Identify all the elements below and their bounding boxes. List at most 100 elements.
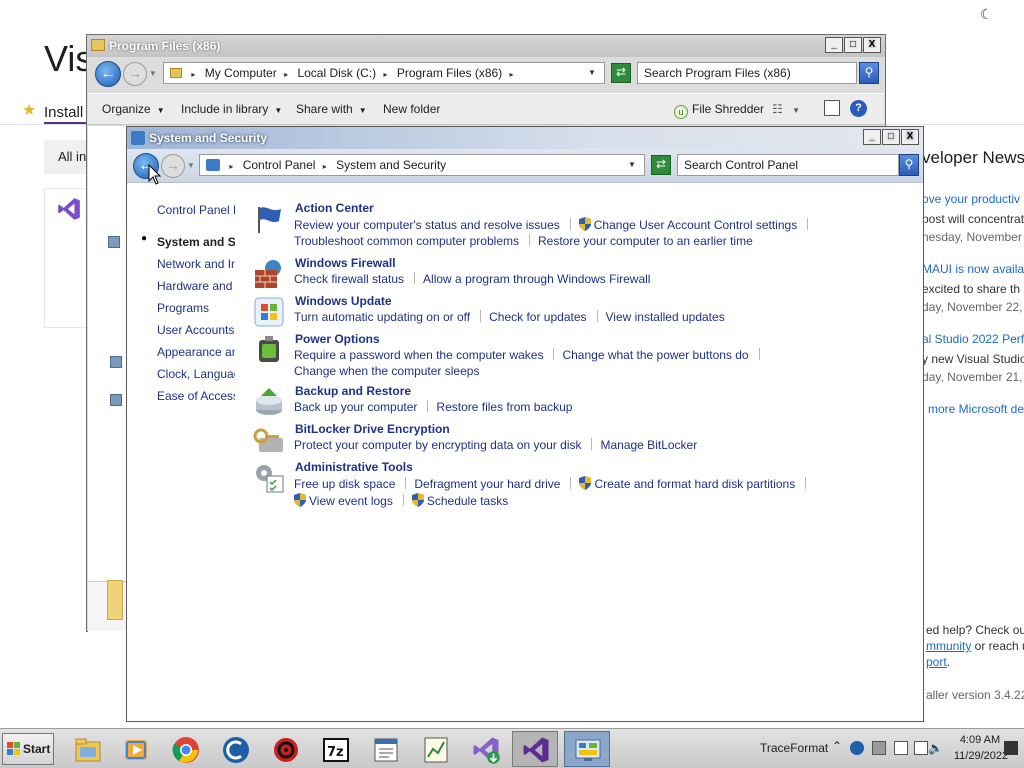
news-title-3[interactable]: al Studio 2022 Perfo [922,332,1024,346]
refresh-icon[interactable]: ⇄ [651,155,671,175]
taskbar-notepad-button[interactable] [362,731,408,767]
language-tray-icon[interactable] [1004,741,1018,755]
bitlocker-title[interactable]: BitLocker Drive Encryption [295,422,450,436]
taskbar-media-player-button[interactable] [112,731,158,767]
action-center-title[interactable]: Action Center [295,201,374,215]
sidebar-item-clock-language[interactable]: Clock, Language, and Region [157,367,235,381]
action-center-tray-icon[interactable] [914,741,928,755]
sidebar-item-ease-of-access[interactable]: Ease of Access [157,389,235,403]
explorer-address-bar[interactable]: ▸ My Computer ▸ Local Disk (C:) ▸ Progra… [163,62,605,84]
disk-partitions-link[interactable]: Create and format hard disk partitions [594,477,795,491]
show-hidden-icons-icon[interactable]: ⌃ [832,739,842,753]
close-button[interactable]: X [863,37,881,53]
sidebar-item-user-accounts[interactable]: User Accounts [157,323,235,337]
network-icon[interactable] [110,394,122,406]
power-buttons-link[interactable]: Change what the power buttons do [562,348,748,362]
backup-restore-title[interactable]: Backup and Restore [295,384,411,398]
sidebar-item-appearance[interactable]: Appearance and Personalization [157,345,235,359]
minimize-button[interactable]: _ [825,37,843,53]
computer-icon[interactable] [110,356,122,368]
sidebar-item-hardware[interactable]: Hardware and Sound [157,279,235,293]
favorites-star-icon[interactable]: ★ [22,100,36,120]
troubleshoot-link[interactable]: Troubleshoot common computer problems [294,234,519,248]
manage-bitlocker-link[interactable]: Manage BitLocker [600,438,697,452]
new-folder-button[interactable]: New folder [383,102,440,116]
review-status-link[interactable]: Review your computer's status and resolv… [294,218,560,232]
taskbar-7zip-button[interactable]: 7z [312,731,358,767]
search-icon[interactable]: ⚲ [899,154,919,176]
community-link[interactable]: mmunity [926,639,971,653]
taskbar-chrome-button[interactable] [162,731,208,767]
cp-search-input[interactable]: Search Control Panel [677,154,899,176]
restore-computer-link[interactable]: Restore your computer to an earlier time [538,234,753,248]
breadcrumb-control-panel[interactable]: Control Panel [243,158,316,172]
computer-sleeps-link[interactable]: Change when the computer sleeps [294,364,479,378]
tab-installed[interactable]: Install [44,104,83,121]
explorer-titlebar[interactable]: Program Files (x86) _ □ X [87,35,885,57]
windows-update-title[interactable]: Windows Update [295,294,392,308]
defragment-link[interactable]: Defragment your hard drive [414,477,560,491]
taskbar-gear-app-button[interactable] [262,731,308,767]
news-title-1[interactable]: ove your productiv [922,192,1020,206]
windows-firewall-title[interactable]: Windows Firewall [295,256,396,270]
taskbar-explorer-button[interactable] [64,731,110,767]
sidebar-item-network[interactable]: Network and Internet [157,257,235,271]
organize-menu[interactable]: Organize ▼ [102,102,165,116]
cp-address-bar[interactable]: ▸ Control Panel ▸ System and Security ▼ [199,154,645,176]
back-arrow-icon[interactable]: ← [95,61,121,87]
clock-time[interactable]: 4:09 AM [954,734,1006,746]
change-uac-link[interactable]: Change User Account Control settings [594,218,797,232]
breadcrumb-local-disk[interactable]: Local Disk (C:) [297,66,376,80]
traceformat-toolbar[interactable]: TraceFormat [760,741,828,755]
protect-computer-link[interactable]: Protect your computer by encrypting data… [294,438,581,452]
power-options-title[interactable]: Power Options [295,332,380,346]
taskbar-chart-tool-button[interactable] [412,731,458,767]
restore-files-link[interactable]: Restore files from backup [436,400,572,414]
network-tray-icon[interactable] [872,741,886,755]
all-installations-filter[interactable]: All in [44,140,90,174]
taskbar-visual-studio-button[interactable] [512,731,558,767]
theme-moon-icon[interactable]: ☾ [980,6,993,23]
cp-minimize-button[interactable]: _ [863,129,881,145]
libraries-icon[interactable] [108,236,120,248]
forward-arrow-icon[interactable]: → [123,62,147,86]
file-shredder-button[interactable]: u File Shredder [674,102,764,119]
back-up-link[interactable]: Back up your computer [294,400,417,414]
start-button[interactable]: Start [2,733,54,765]
address-dropdown-icon[interactable]: ▼ [588,68,596,77]
require-password-link[interactable]: Require a password when the computer wak… [294,348,543,362]
admin-tools-title[interactable]: Administrative Tools [295,460,413,474]
ccleaner-tray-icon[interactable] [850,741,864,755]
breadcrumb-my-computer[interactable]: My Computer [205,66,277,80]
schedule-tasks-link[interactable]: Schedule tasks [427,494,508,508]
flag-tray-icon[interactable] [894,741,908,755]
check-firewall-link[interactable]: Check firewall status [294,272,404,286]
help-icon[interactable]: ? [850,100,867,117]
allow-program-link[interactable]: Allow a program through Windows Firewall [423,272,650,286]
history-dropdown-icon[interactable]: ▼ [149,69,157,78]
address-dropdown-icon[interactable]: ▼ [628,160,636,169]
view-event-logs-link[interactable]: View event logs [309,494,393,508]
refresh-icon[interactable]: ⇄ [611,63,631,83]
free-disk-space-link[interactable]: Free up disk space [294,477,395,491]
installed-updates-link[interactable]: View installed updates [606,310,725,324]
sidebar-item-control-panel-home[interactable]: Control Panel Home [157,203,235,217]
include-in-library-menu[interactable]: Include in library ▼ [181,102,282,116]
more-news-link[interactable]: more Microsoft de [928,402,1024,416]
support-link[interactable]: port [926,655,947,669]
cp-maximize-button[interactable]: □ [882,129,900,145]
check-updates-link[interactable]: Check for updates [489,310,586,324]
maximize-button[interactable]: □ [844,37,862,53]
view-options-icon[interactable]: ☷ ▼ [772,102,800,116]
cp-close-button[interactable]: X [901,129,919,145]
history-dropdown-icon[interactable]: ▼ [187,161,195,170]
news-title-2[interactable]: MAUI is now availa [922,262,1024,276]
auto-updating-link[interactable]: Turn automatic updating on or off [294,310,470,324]
search-icon[interactable]: ⚲ [859,62,879,84]
breadcrumb-program-files[interactable]: Program Files (x86) [397,66,502,80]
volume-icon[interactable]: 🔈 [928,741,943,755]
control-panel-titlebar[interactable]: System and Security _ □ X [127,127,923,149]
preview-pane-icon[interactable] [824,100,840,116]
sidebar-item-programs[interactable]: Programs [157,301,235,315]
explorer-search-input[interactable]: Search Program Files (x86) [637,62,857,84]
